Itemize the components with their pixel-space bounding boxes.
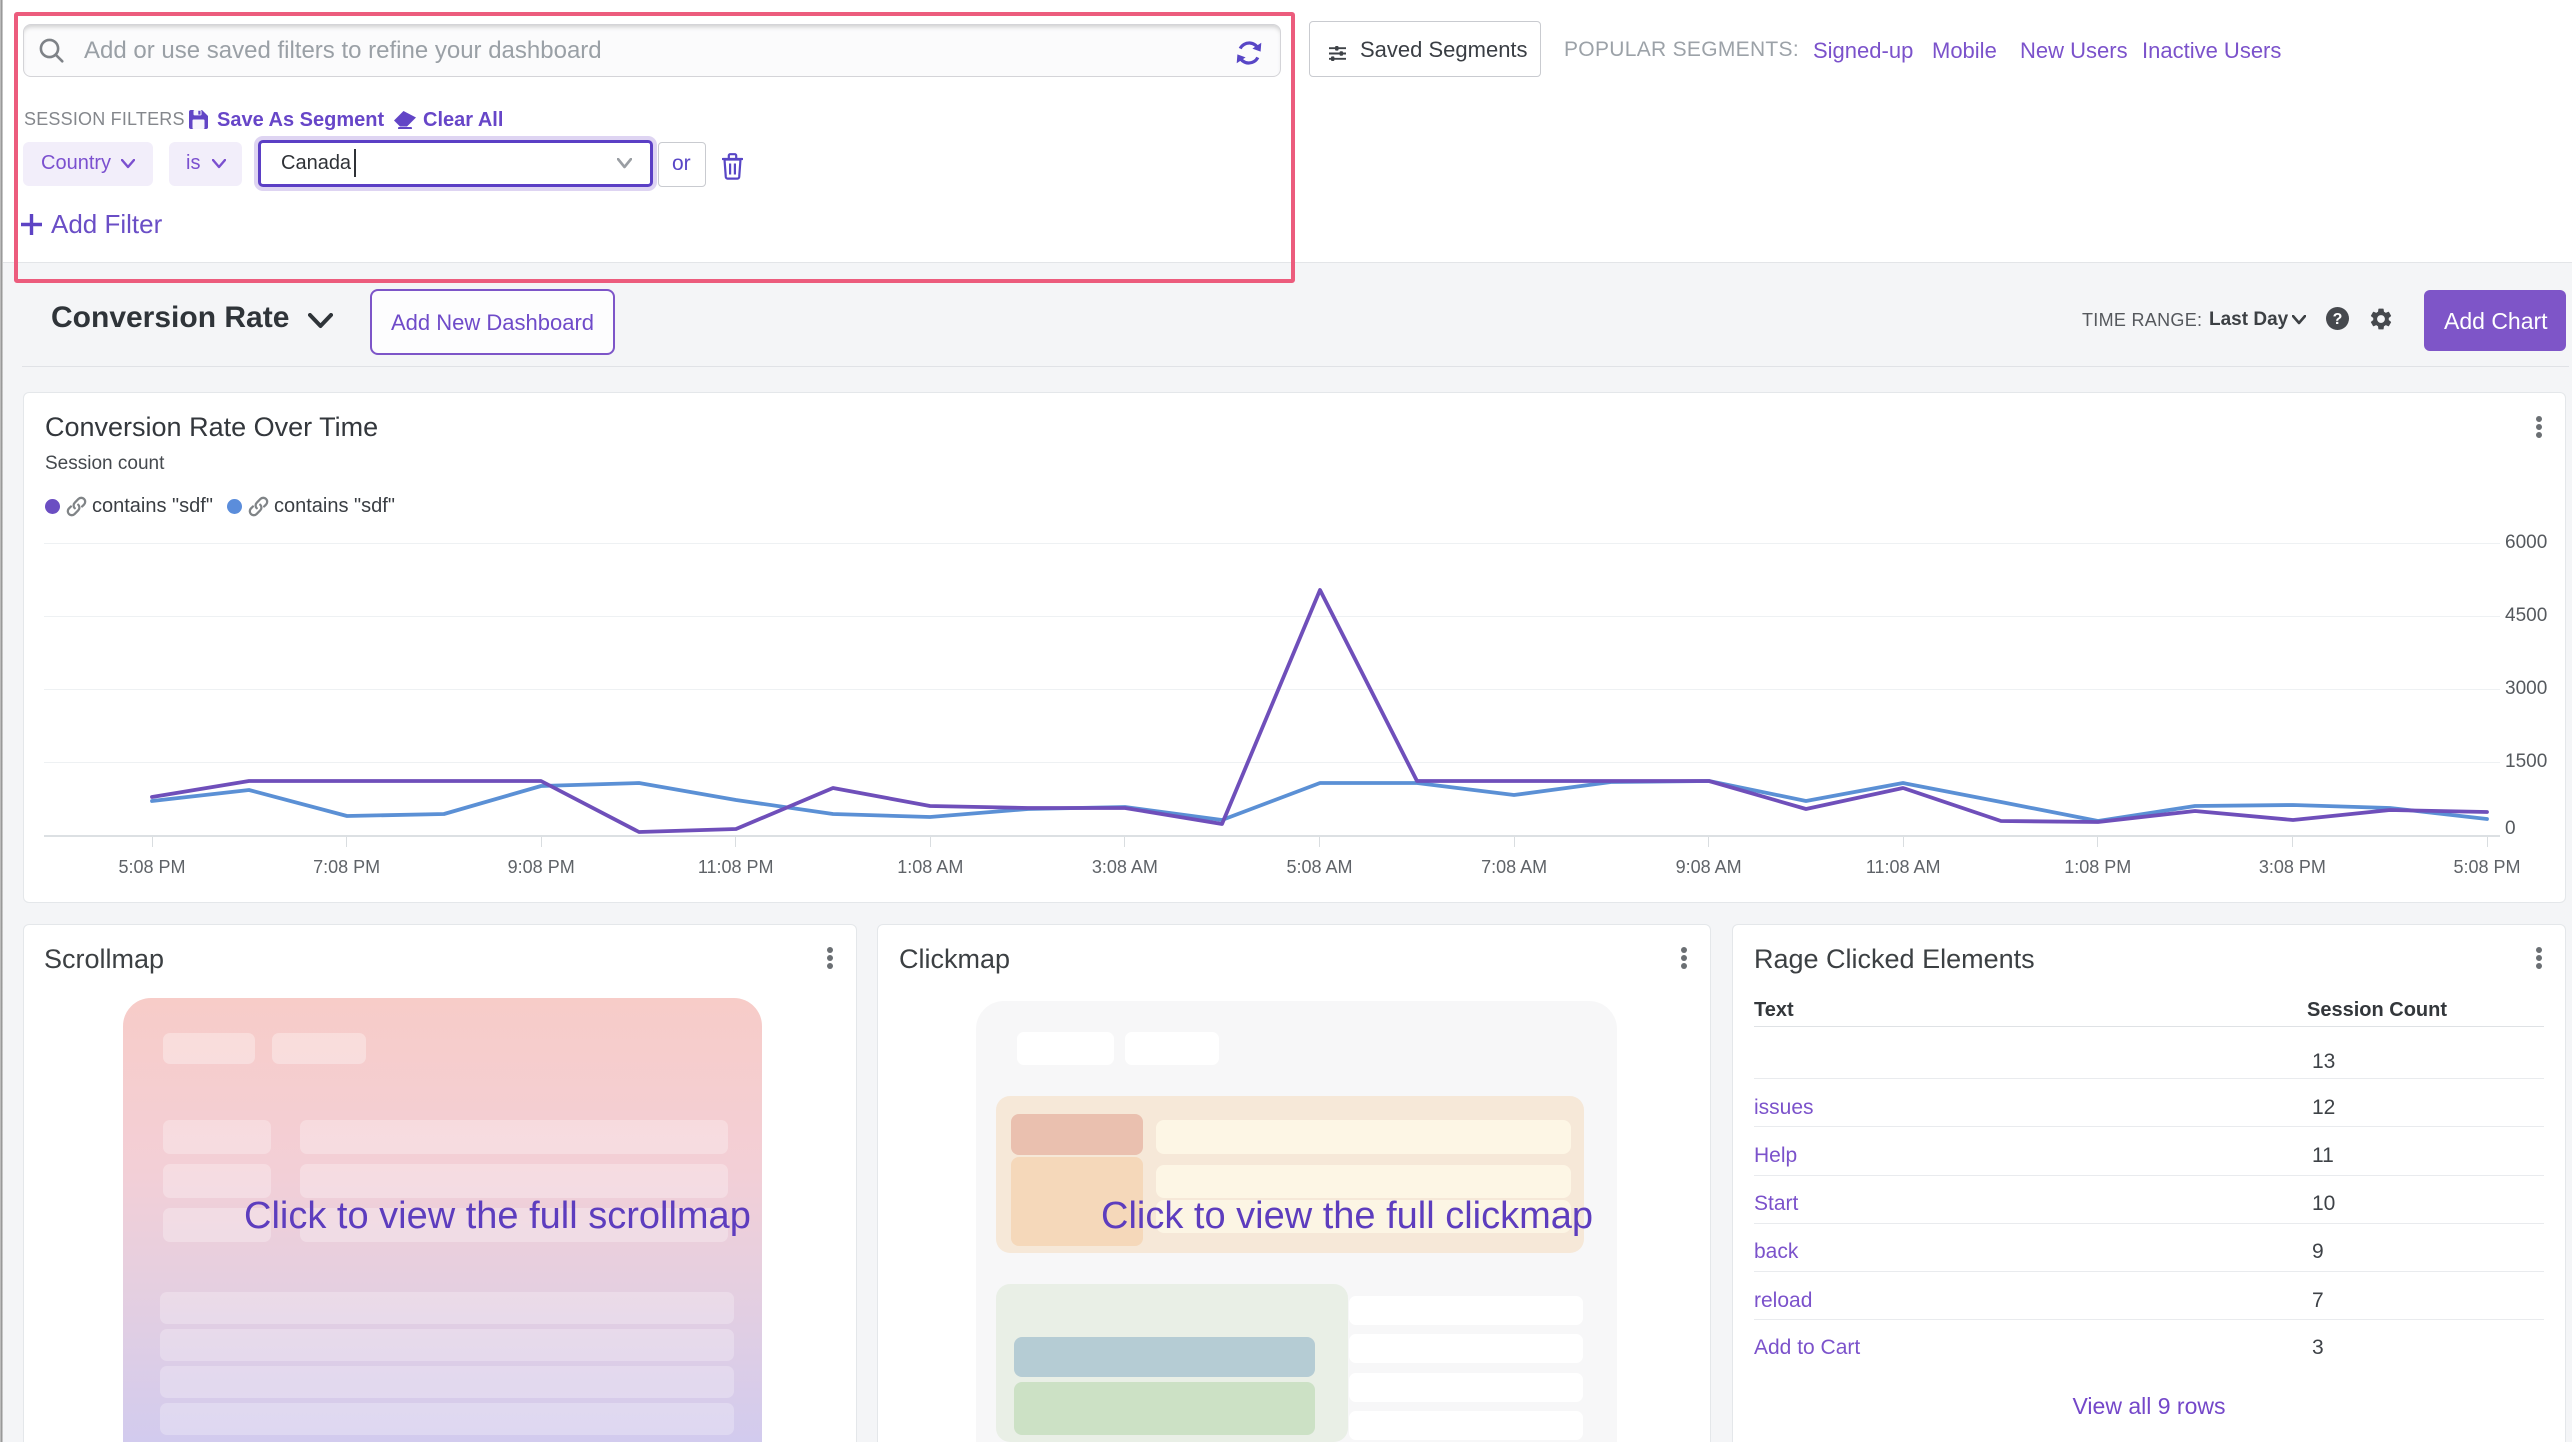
svg-text:?: ? — [2333, 311, 2343, 328]
